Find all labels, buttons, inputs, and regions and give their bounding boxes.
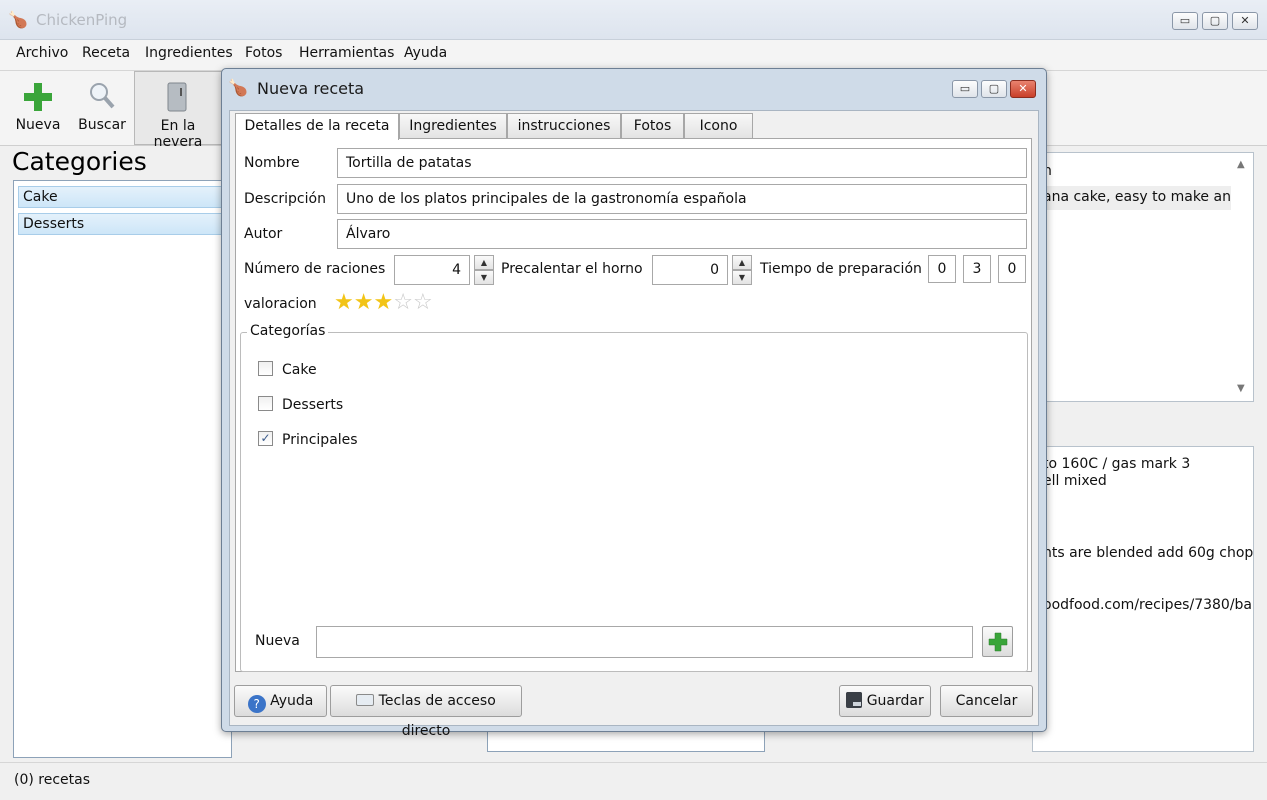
checkbox-desserts-label: Desserts — [282, 397, 344, 413]
menu-bar: Archivo Receta Ingredientes Fotos Herram… — [0, 40, 1267, 71]
instructions-preview: to 160C / gas mark 3 ell mixed nts are b… — [1032, 446, 1254, 752]
checkbox-cake[interactable] — [258, 361, 273, 376]
tab-icon[interactable]: Icono — [684, 113, 753, 139]
list-item[interactable]: ana cake, easy to make an... — [1033, 186, 1231, 210]
help-label: Ayuda — [270, 693, 314, 709]
new-category-input[interactable] — [316, 626, 973, 658]
star-filled-icon[interactable]: ★ — [334, 290, 354, 315]
star-filled-icon[interactable]: ★ — [373, 290, 393, 315]
servings-up-button[interactable]: ▲ — [474, 255, 494, 270]
tab-photos[interactable]: Fotos — [621, 113, 684, 139]
categories-title: Categories — [12, 147, 147, 176]
preview-line: ell mixed — [1043, 473, 1107, 489]
dialog-title: Nueva receta — [257, 79, 365, 98]
scroll-down-icon[interactable]: ▼ — [1237, 383, 1245, 394]
preview-line: nts are blended add 60g chopped — [1043, 545, 1254, 561]
category-item-desserts[interactable]: Desserts — [18, 213, 228, 235]
preheat-label: Precalentar el horno — [501, 261, 643, 277]
star-empty-icon[interactable]: ☆ — [413, 290, 433, 315]
prep-time-minutes[interactable]: 0 — [998, 255, 1026, 283]
fridge-label: En la nevera — [153, 118, 203, 150]
menu-archivo[interactable]: Archivo — [16, 45, 68, 61]
search-button[interactable]: Buscar — [74, 71, 130, 145]
name-field[interactable]: Tortilla de patatas — [337, 148, 1027, 178]
description-label: Descripción — [244, 191, 326, 207]
shortcuts-button[interactable]: Teclas de acceso directo — [330, 685, 522, 739]
menu-receta[interactable]: Receta — [82, 45, 130, 61]
save-label: Guardar — [866, 693, 924, 709]
preheat-down-button[interactable]: ▼ — [732, 270, 752, 285]
check-icon-principales: ✓ — [260, 431, 271, 445]
search-icon — [90, 83, 115, 109]
menu-herramientas[interactable]: Herramientas — [299, 45, 394, 61]
categories-list[interactable]: Cake Desserts — [13, 180, 232, 758]
plus-icon — [988, 632, 1008, 652]
description-field[interactable]: Uno de los platos principales de la gast… — [337, 184, 1027, 214]
prep-time-label: Tiempo de preparación — [760, 261, 922, 277]
fridge-icon — [167, 82, 187, 112]
help-icon: ? — [247, 695, 266, 713]
servings-label: Número de raciones — [244, 261, 386, 277]
shortcuts-label: Teclas de acceso directo — [378, 693, 496, 739]
recipe-count: (0) recetas — [14, 772, 91, 788]
app-logo-icon: 🍗 — [8, 10, 28, 29]
menu-ayuda[interactable]: Ayuda — [404, 45, 447, 61]
new-recipe-button[interactable]: Nueva — [10, 71, 66, 145]
help-button[interactable]: ? Ayuda — [234, 685, 327, 717]
app-title: ChickenPing — [36, 11, 128, 29]
prep-time-hours[interactable]: 0 — [928, 255, 956, 283]
dialog-close-button[interactable]: ✕ — [1010, 80, 1036, 98]
tab-ingredients[interactable]: Ingredientes — [399, 113, 507, 139]
preheat-up-button[interactable]: ▲ — [732, 255, 752, 270]
status-bar: (0) recetas — [0, 762, 1267, 800]
add-category-button[interactable] — [982, 626, 1013, 657]
checkbox-desserts[interactable] — [258, 396, 273, 411]
preheat-input[interactable]: 0 — [652, 255, 728, 285]
servings-down-button[interactable]: ▼ — [474, 270, 494, 285]
checkbox-principales[interactable]: ✓ — [258, 431, 273, 446]
save-icon — [846, 692, 863, 708]
fridge-button[interactable]: En la nevera — [134, 71, 222, 150]
rating-label: valoracion — [244, 296, 317, 312]
menu-ingredientes[interactable]: Ingredientes — [145, 45, 233, 61]
prep-time-tens[interactable]: 3 — [963, 255, 991, 283]
star-empty-icon[interactable]: ☆ — [393, 290, 413, 315]
tab-instructions[interactable]: instrucciones — [507, 113, 621, 139]
author-label: Autor — [244, 226, 283, 242]
dialog-minimize-button[interactable]: ▭ — [952, 80, 978, 98]
category-item-cake[interactable]: Cake — [18, 186, 228, 208]
rating-stars[interactable]: ★★★☆☆ — [334, 292, 454, 318]
scroll-up-icon[interactable]: ▲ — [1237, 159, 1245, 170]
keyboard-icon — [356, 694, 375, 706]
new-category-label: Nueva — [255, 633, 300, 649]
checkbox-cake-label: Cake — [282, 362, 317, 378]
checkbox-principales-label: Principales — [282, 432, 358, 448]
close-button[interactable]: ✕ — [1232, 12, 1258, 30]
preview-line: to 160C / gas mark 3 — [1043, 456, 1191, 472]
maximize-button[interactable]: ▢ — [1202, 12, 1228, 30]
dialog-logo-icon: 🍗 — [228, 78, 248, 97]
name-label: Nombre — [244, 155, 300, 171]
categories-group-label: Categorías — [247, 323, 329, 339]
save-button[interactable]: Guardar — [839, 685, 931, 717]
preview-line: oodfood.com/recipes/7380/bana — [1043, 597, 1254, 613]
tab-recipe-details[interactable]: Detalles de la receta — [235, 113, 399, 140]
menu-fotos[interactable]: Fotos — [245, 45, 282, 61]
main-title-bar: 🍗 ChickenPing ▭ ▢ ✕ — [0, 0, 1267, 40]
recipe-list[interactable]: n ana cake, easy to make an... ▲ ▼ — [1032, 152, 1254, 402]
servings-input[interactable]: 4 — [394, 255, 470, 285]
dialog-maximize-button[interactable]: ▢ — [981, 80, 1007, 98]
search-label: Buscar — [78, 117, 126, 133]
categories-group — [240, 332, 1028, 672]
cancel-button[interactable]: Cancelar — [940, 685, 1033, 717]
minimize-button[interactable]: ▭ — [1172, 12, 1198, 30]
plus-icon — [24, 83, 52, 111]
star-filled-icon[interactable]: ★ — [354, 290, 374, 315]
new-recipe-label: Nueva — [15, 117, 61, 133]
author-field[interactable]: Álvaro — [337, 219, 1027, 249]
